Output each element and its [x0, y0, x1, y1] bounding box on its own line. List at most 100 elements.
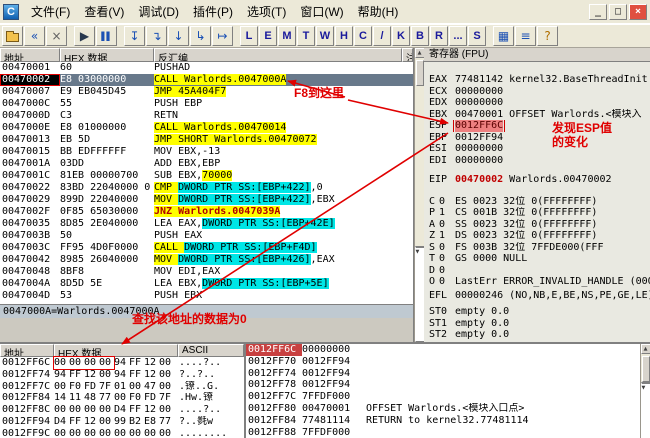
view-callstack-button[interactable]: K [392, 26, 410, 46]
view-references-button[interactable]: R [430, 26, 448, 46]
disasm-row[interactable]: 0047004D 53 PUSH EBX [0, 290, 413, 302]
stack-row[interactable]: 0012FF80 00470001 OFFSET Warlords.<模块入口点> [246, 403, 640, 415]
step-into-button[interactable]: ↧ [124, 26, 145, 46]
eflags-register-row[interactable]: EFL 00000246 (NO,NB,E,BE,NS,PE,GE,LE) [424, 290, 650, 302]
fpu-register-row[interactable]: ST0 empty 0.0 [424, 306, 650, 318]
dump-row[interactable]: 0012FF7C 00 F0 FD 7F 01 00 47 00 .镣..G. [0, 381, 244, 393]
stack-row[interactable]: 0012FF6C 00000000 [246, 344, 640, 356]
register-row[interactable]: EDI 00000000 [424, 155, 650, 167]
flag-row[interactable]: S 0 FS 003B 32位 7FFDE000(FFF [424, 242, 650, 254]
view-handles-button[interactable]: H [335, 26, 353, 46]
restore-button[interactable]: □ [609, 3, 627, 20]
view-runtrace-button[interactable]: ... [449, 26, 467, 46]
disasm-row[interactable]: 0047004A 8D5D 5E LEA EBX,DWORD PTR SS:[EBP… [0, 278, 413, 290]
pause-button[interactable]: ▌▌ [96, 26, 117, 46]
dump-column-header-1[interactable]: HEX 数据 [54, 344, 178, 357]
disasm-row[interactable]: 00470013 EB 5D JMP SHORT Warlords.00470072 [0, 134, 413, 146]
dump-row[interactable]: 0012FF6C 00 00 00 00 94 FF 12 00....?.. [0, 356, 244, 370]
animate-over-button[interactable]: ↳ [190, 26, 211, 46]
register-row[interactable]: EBX 00470001 OFFSET Warlords.<模块入 [424, 109, 650, 121]
stack-scrollbar[interactable]: ▲ ▼ [640, 344, 650, 438]
scroll-up-arrow-icon[interactable]: ▲ [640, 344, 650, 354]
animate-into-button[interactable]: ↓ [168, 26, 189, 46]
menu-item-3[interactable]: 插件(P) [186, 0, 240, 23]
column-header-3[interactable]: 注释 [402, 48, 413, 62]
disasm-row[interactable]: 0047002F 0F85 65030000 JNZ Warlords.004703… [0, 206, 413, 218]
dump-row[interactable]: 0012FF84 14 11 48 77 00 F0 FD 7F .Hw.镣 [0, 392, 244, 404]
dump-column-header-2[interactable]: ASCII [178, 344, 244, 357]
dump-row[interactable]: 0012FF94 D4 FF 12 00 99 B2 E8 77 ?..毵w [0, 416, 244, 428]
restart-button[interactable]: « [24, 26, 45, 46]
close-button[interactable]: × [629, 3, 647, 20]
disasm-row[interactable]: 00470002 E8 03000000 CALL Warlords.0047000… [0, 74, 413, 86]
run-button[interactable]: ▶ [74, 26, 95, 46]
disasm-row[interactable]: 0047001A 03DD ADD EBX,EBP [0, 158, 413, 170]
column-header-2[interactable]: 反汇编 [154, 48, 402, 62]
menu-item-5[interactable]: 窗口(W) [293, 0, 350, 23]
flag-row[interactable]: D0 [424, 265, 650, 277]
stack-row[interactable]: 0012FF74 0012FF94 [246, 368, 640, 380]
dump-column-header-0[interactable]: 地址 [0, 344, 54, 357]
scrollbar-thumb[interactable] [641, 356, 650, 382]
disasm-row[interactable]: 0047000D C3 RETN [0, 110, 413, 122]
fpu-register-row[interactable]: ST2 empty 0.0 [424, 329, 650, 341]
column-header-1[interactable]: HEX 数据 [60, 48, 154, 62]
disasm-row[interactable]: 0047003C FF95 4D0F0000 CALL DWORD PTR SS:[… [0, 242, 413, 254]
register-row[interactable]: EIP 00470002 Warlords.00470002 [424, 174, 650, 186]
column-header-0[interactable]: 地址 [0, 48, 60, 62]
close-program-button[interactable]: × [46, 26, 67, 46]
minimize-button[interactable]: _ [589, 3, 607, 20]
disassembly-scrollbar[interactable]: ▲ ▼ [414, 48, 425, 342]
stack-row[interactable]: 0012FF7C 7FFDF000 [246, 391, 640, 403]
menu-item-4[interactable]: 选项(T) [240, 0, 293, 23]
flag-row[interactable]: P 1 CS 001B 32位 0(FFFFFFFF) [424, 207, 650, 219]
flag-row[interactable]: O 0 LastErr ERROR_INVALID_HANDLE (0000 [424, 276, 650, 288]
open-file-button[interactable] [2, 26, 23, 46]
stack-row[interactable]: 0012FF88 7FFDF000 [246, 427, 640, 438]
tile-windows-button[interactable]: ▦ [493, 26, 514, 46]
view-patches-button[interactable]: / [373, 26, 391, 46]
stack-row[interactable]: 0012FF78 0012FF94 [246, 379, 640, 391]
menu-item-0[interactable]: 文件(F) [24, 0, 77, 23]
view-cpu-button[interactable]: C [354, 26, 372, 46]
view-threads-button[interactable]: T [297, 26, 315, 46]
scroll-down-arrow-icon[interactable]: ▼ [414, 246, 425, 342]
disasm-row[interactable]: 00470007 E9 EB045D45 JMP 45A404F7 [0, 86, 413, 98]
menu-item-2[interactable]: 调试(D) [131, 0, 186, 23]
dump-row[interactable]: 0012FF74 94 FF 12 00 94 FF 12 00?..?.. [0, 369, 244, 381]
disasm-row[interactable]: 0047003B 50 PUSH EAX [0, 230, 413, 242]
disasm-row[interactable]: 0047001C 81EB 00000700 SUB EBX,70000 [0, 170, 413, 182]
disasm-row[interactable]: 00470048 8BF8 MOV EDI,EAX [0, 266, 413, 278]
register-row[interactable]: ESP 0012FF6C [424, 120, 650, 132]
disasm-row[interactable]: 00470029 899D 22040000 MOV DWORD PTR SS:[E… [0, 194, 413, 206]
disasm-row[interactable]: 0047000E E8 01000000 CALL Warlords.0047001… [0, 122, 413, 134]
flag-row[interactable]: Z 1 DS 0023 32位 0(FFFFFFFF) [424, 230, 650, 242]
menu-item-1[interactable]: 查看(V) [77, 0, 131, 23]
disasm-row[interactable]: 00470022 83BD 22040000 0 CMP DWORD PTR SS:… [0, 182, 413, 194]
scroll-down-arrow-icon[interactable]: ▼ [640, 382, 650, 438]
help-button[interactable]: ? [537, 26, 558, 46]
scrollbar-thumb[interactable] [415, 60, 424, 86]
options-button[interactable]: ≡ [515, 26, 536, 46]
view-log-button[interactable]: L [240, 26, 258, 46]
register-row[interactable]: ESI 00000000 [424, 143, 650, 155]
view-executables-button[interactable]: E [259, 26, 277, 46]
disasm-row[interactable]: 00470015 BB EDFFFFFF MOV EBX,-13 [0, 146, 413, 158]
register-row[interactable]: EAX 77481142 kernel32.BaseThreadInit [424, 74, 650, 86]
dump-row[interactable]: 0012FF8C 00 00 00 00 D4 FF 12 00....?.. [0, 404, 244, 416]
disasm-row[interactable]: 0047000C 55 PUSH EBP [0, 98, 413, 110]
view-source-button[interactable]: S [468, 26, 486, 46]
view-windows-button[interactable]: W [316, 26, 334, 46]
flag-row[interactable]: A 0 SS 0023 32位 0(FFFFFFFF) [424, 219, 650, 231]
menu-item-6[interactable]: 帮助(H) [351, 0, 406, 23]
stack-row[interactable]: 0012FF84 77481114 RETURN to kernel32.77481… [246, 415, 640, 427]
view-memory-button[interactable]: M [278, 26, 296, 46]
step-over-button[interactable]: ↴ [146, 26, 167, 46]
fpu-register-row[interactable]: ST1 empty 0.0 [424, 318, 650, 330]
register-row[interactable]: EDX 00000000 [424, 97, 650, 109]
execute-till-return-button[interactable]: ↦ [212, 26, 233, 46]
disasm-row[interactable]: 00470001 60 PUSHAD [0, 62, 413, 74]
cpu-window-icon[interactable]: C [3, 3, 19, 20]
view-breakpoints-button[interactable]: B [411, 26, 429, 46]
disasm-row[interactable]: 00470042 8985 26040000 MOV DWORD PTR SS:[E… [0, 254, 413, 266]
